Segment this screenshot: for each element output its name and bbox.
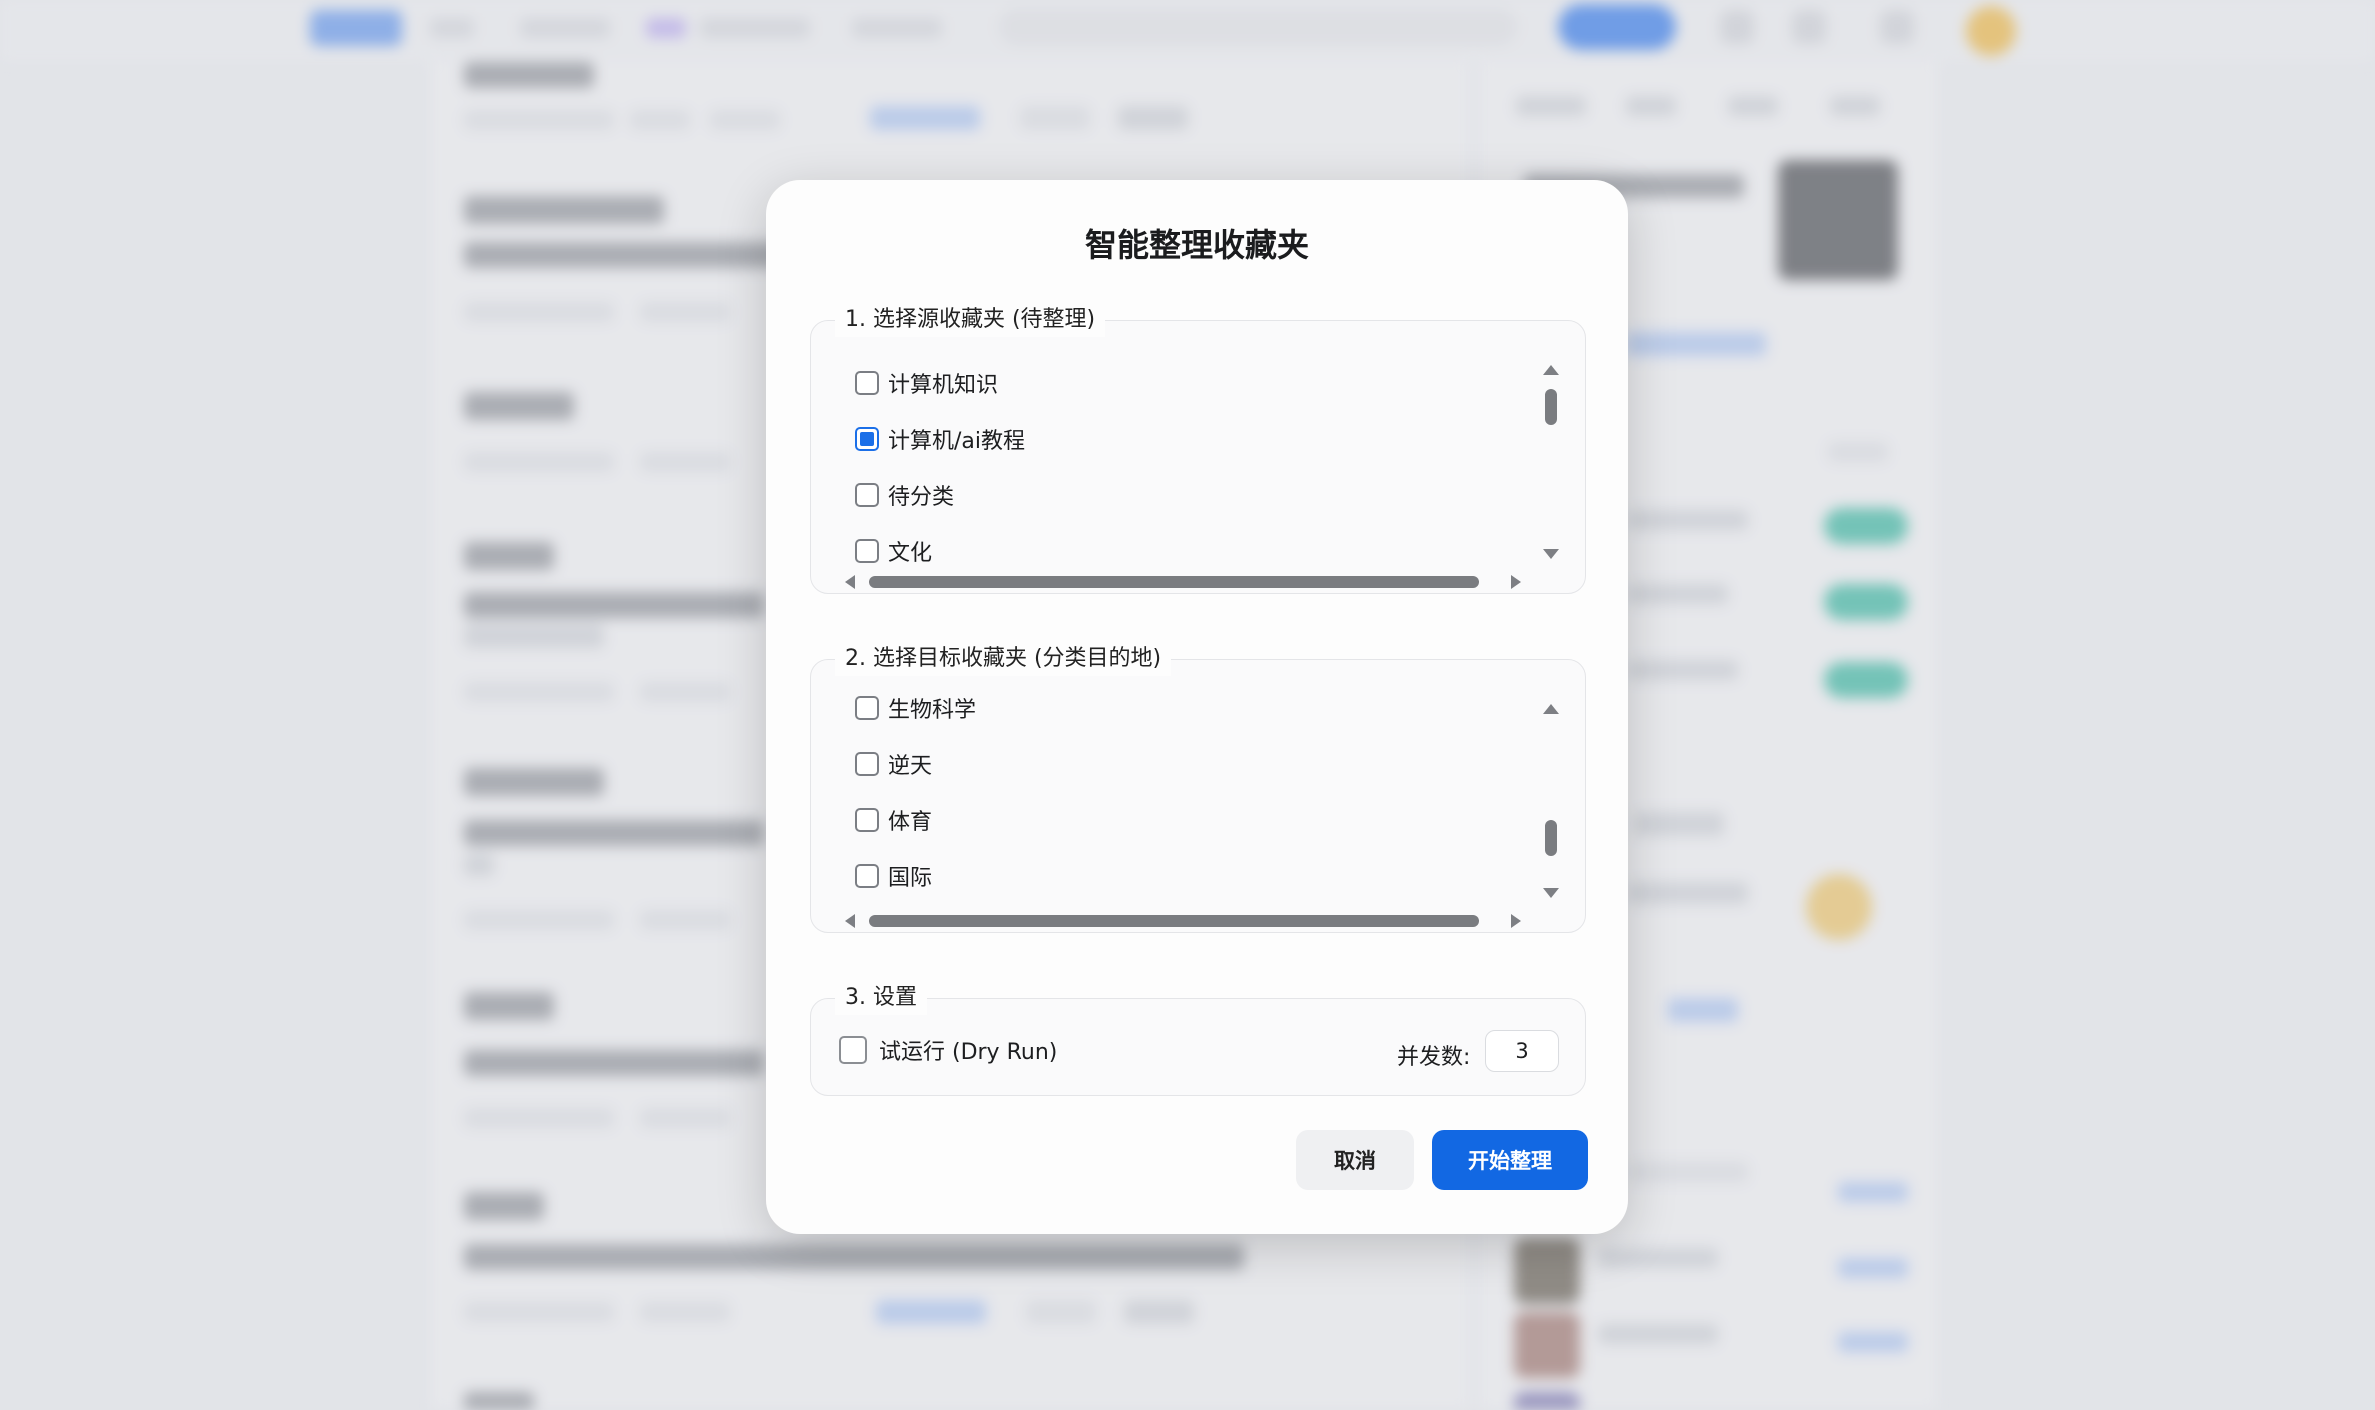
horizontal-scrollbar-thumb[interactable] — [869, 915, 1479, 927]
target-folder-checkbox[interactable] — [855, 696, 879, 720]
target-folder-checkbox[interactable] — [855, 752, 879, 776]
scroll-up-arrow-icon[interactable] — [1543, 365, 1559, 375]
dry-run-checkbox[interactable] — [839, 1036, 867, 1064]
target-folder-checkbox[interactable] — [855, 808, 879, 832]
source-folder-label: 计算机/ai教程 — [888, 429, 1026, 454]
scroll-down-arrow-icon[interactable] — [1543, 549, 1559, 559]
target-folder-item[interactable]: 生物科学 — [855, 688, 976, 728]
source-folder-label: 文化 — [888, 541, 933, 566]
vertical-scrollbar-thumb[interactable] — [1545, 389, 1557, 425]
target-folder-item[interactable]: 国际 — [855, 856, 932, 896]
target-folder-label: 生物科学 — [888, 698, 977, 723]
target-folder-label: 国际 — [888, 866, 933, 891]
source-folder-item[interactable]: 计算机知识 — [855, 363, 998, 403]
settings-group: 3. 设置 试运行 (Dry Run) 并发数: — [810, 981, 1586, 1096]
source-folders-list[interactable]: 计算机知识 计算机/ai教程 待分类 文化 — [811, 321, 1585, 593]
organize-favorites-dialog: 智能整理收藏夹 1. 选择源收藏夹 (待整理) 计算机知识 计算机/ai教程 待… — [766, 180, 1628, 1234]
target-folder-label: 逆天 — [888, 754, 933, 779]
scroll-down-arrow-icon[interactable] — [1543, 888, 1559, 898]
target-folder-checkbox[interactable] — [855, 864, 879, 888]
source-folder-label: 待分类 — [888, 485, 955, 510]
concurrency-label: 并发数: — [1397, 1045, 1471, 1070]
concurrency-input[interactable] — [1485, 1030, 1559, 1072]
source-folder-checkbox[interactable] — [855, 539, 879, 563]
source-folder-item[interactable]: 计算机/ai教程 — [855, 419, 1025, 459]
source-folder-checkbox[interactable] — [855, 427, 879, 451]
source-folders-group: 1. 选择源收藏夹 (待整理) 计算机知识 计算机/ai教程 待分类 文化 — [810, 303, 1586, 594]
dry-run-option[interactable]: 试运行 (Dry Run) — [839, 1034, 1057, 1066]
dry-run-label: 试运行 (Dry Run) — [879, 1040, 1058, 1065]
source-folder-item[interactable]: 待分类 — [855, 475, 954, 515]
dialog-title: 智能整理收藏夹 — [1084, 226, 1309, 264]
scroll-left-arrow-icon[interactable] — [845, 914, 855, 928]
horizontal-scrollbar-thumb[interactable] — [869, 576, 1479, 588]
target-folder-label: 体育 — [888, 810, 933, 835]
target-folder-item[interactable]: 逆天 — [855, 744, 932, 784]
settings-row: 试运行 (Dry Run) 并发数: — [811, 999, 1585, 1095]
target-folders-group: 2. 选择目标收藏夹 (分类目的地) 生物科学 逆天 体育 国际 — [810, 642, 1586, 933]
source-folder-item[interactable]: 文化 — [855, 531, 932, 571]
source-folder-checkbox[interactable] — [855, 483, 879, 507]
vertical-scrollbar-thumb[interactable] — [1545, 820, 1557, 856]
scroll-right-arrow-icon[interactable] — [1511, 914, 1521, 928]
start-organize-button[interactable]: 开始整理 — [1432, 1130, 1588, 1190]
source-folder-label: 计算机知识 — [888, 373, 999, 398]
target-folder-item[interactable]: 体育 — [855, 800, 932, 840]
scroll-right-arrow-icon[interactable] — [1511, 575, 1521, 589]
target-folders-list[interactable]: 生物科学 逆天 体育 国际 — [811, 660, 1585, 932]
source-folder-checkbox[interactable] — [855, 371, 879, 395]
scroll-up-arrow-icon[interactable] — [1543, 704, 1559, 714]
cancel-button[interactable]: 取消 — [1296, 1130, 1414, 1190]
scroll-left-arrow-icon[interactable] — [845, 575, 855, 589]
